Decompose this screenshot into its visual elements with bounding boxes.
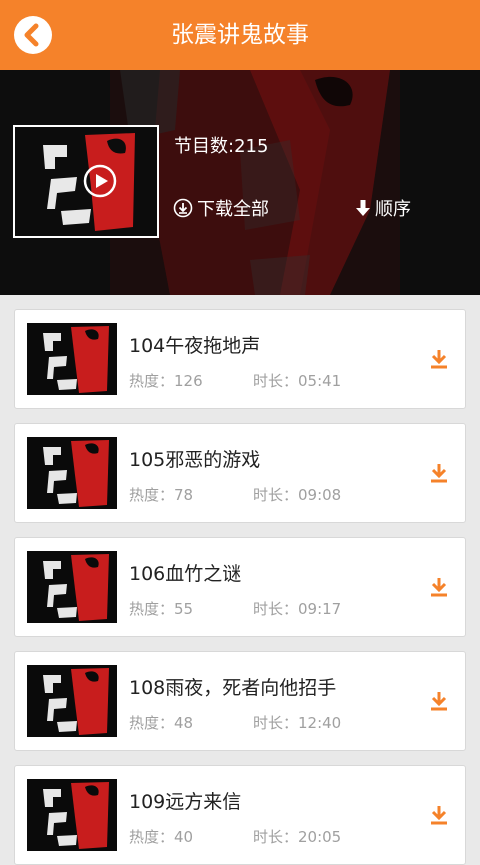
episode-thumbnail xyxy=(27,779,117,851)
episode-title: 106血竹之谜 xyxy=(129,563,242,585)
app-header: 张震讲鬼故事 xyxy=(0,0,480,70)
episode-thumbnail xyxy=(27,437,117,509)
sort-order-label: 顺序 xyxy=(375,199,411,220)
episode-count: 节目数:215 xyxy=(174,136,269,157)
episode-thumbnail xyxy=(27,665,117,737)
download-icon[interactable] xyxy=(429,804,449,826)
episode-card[interactable]: 109远方来信 热度：40 时长：20:05 xyxy=(14,765,466,865)
episode-cover-art xyxy=(27,323,117,395)
episode-popularity: 热度：48 xyxy=(129,714,194,732)
episode-card[interactable]: 106血竹之谜 热度：55 时长：09:17 xyxy=(14,537,466,637)
episode-duration: 时长：20:05 xyxy=(253,828,342,846)
arrow-down-icon xyxy=(356,200,370,216)
episode-cover-art xyxy=(27,779,117,851)
episode-cover-art xyxy=(27,437,117,509)
episode-popularity: 热度：40 xyxy=(129,828,194,846)
play-icon[interactable] xyxy=(83,164,117,198)
episode-cover-art xyxy=(27,665,117,737)
episode-popularity: 热度：126 xyxy=(129,372,203,390)
download-icon[interactable] xyxy=(429,348,449,370)
episode-title: 108雨夜，死者向他招手 xyxy=(129,677,337,699)
episode-duration: 时长：05:41 xyxy=(253,372,342,390)
episode-card[interactable]: 104午夜拖地声 热度：126 时长：05:41 xyxy=(14,309,466,409)
episode-thumbnail xyxy=(27,323,117,395)
album-banner: 节目数:215 下载全部 顺序 xyxy=(0,70,480,295)
download-all-button[interactable]: 下载全部 xyxy=(173,195,269,221)
download-all-label: 下载全部 xyxy=(197,199,269,220)
episode-cover-art xyxy=(27,551,117,623)
episode-thumbnail xyxy=(27,551,117,623)
episode-duration: 时长：09:17 xyxy=(253,600,342,618)
episode-card[interactable]: 105邪恶的游戏 热度：78 时长：09:08 xyxy=(14,423,466,523)
episode-popularity: 热度：55 xyxy=(129,600,194,618)
episode-card[interactable]: 108雨夜，死者向他招手 热度：48 时长：12:40 xyxy=(14,651,466,751)
download-circle-icon xyxy=(173,198,193,218)
episode-title: 105邪恶的游戏 xyxy=(129,449,261,471)
episode-title: 104午夜拖地声 xyxy=(129,335,261,357)
sort-order-button[interactable]: 顺序 xyxy=(355,195,411,221)
episode-popularity: 热度：78 xyxy=(129,486,194,504)
episode-duration: 时长：12:40 xyxy=(253,714,342,732)
download-icon[interactable] xyxy=(429,690,449,712)
episode-title: 109远方来信 xyxy=(129,791,242,813)
episode-duration: 时长：09:08 xyxy=(253,486,342,504)
album-cover[interactable] xyxy=(13,125,159,238)
download-icon[interactable] xyxy=(429,462,449,484)
download-icon[interactable] xyxy=(429,576,449,598)
page-title: 张震讲鬼故事 xyxy=(171,22,309,48)
